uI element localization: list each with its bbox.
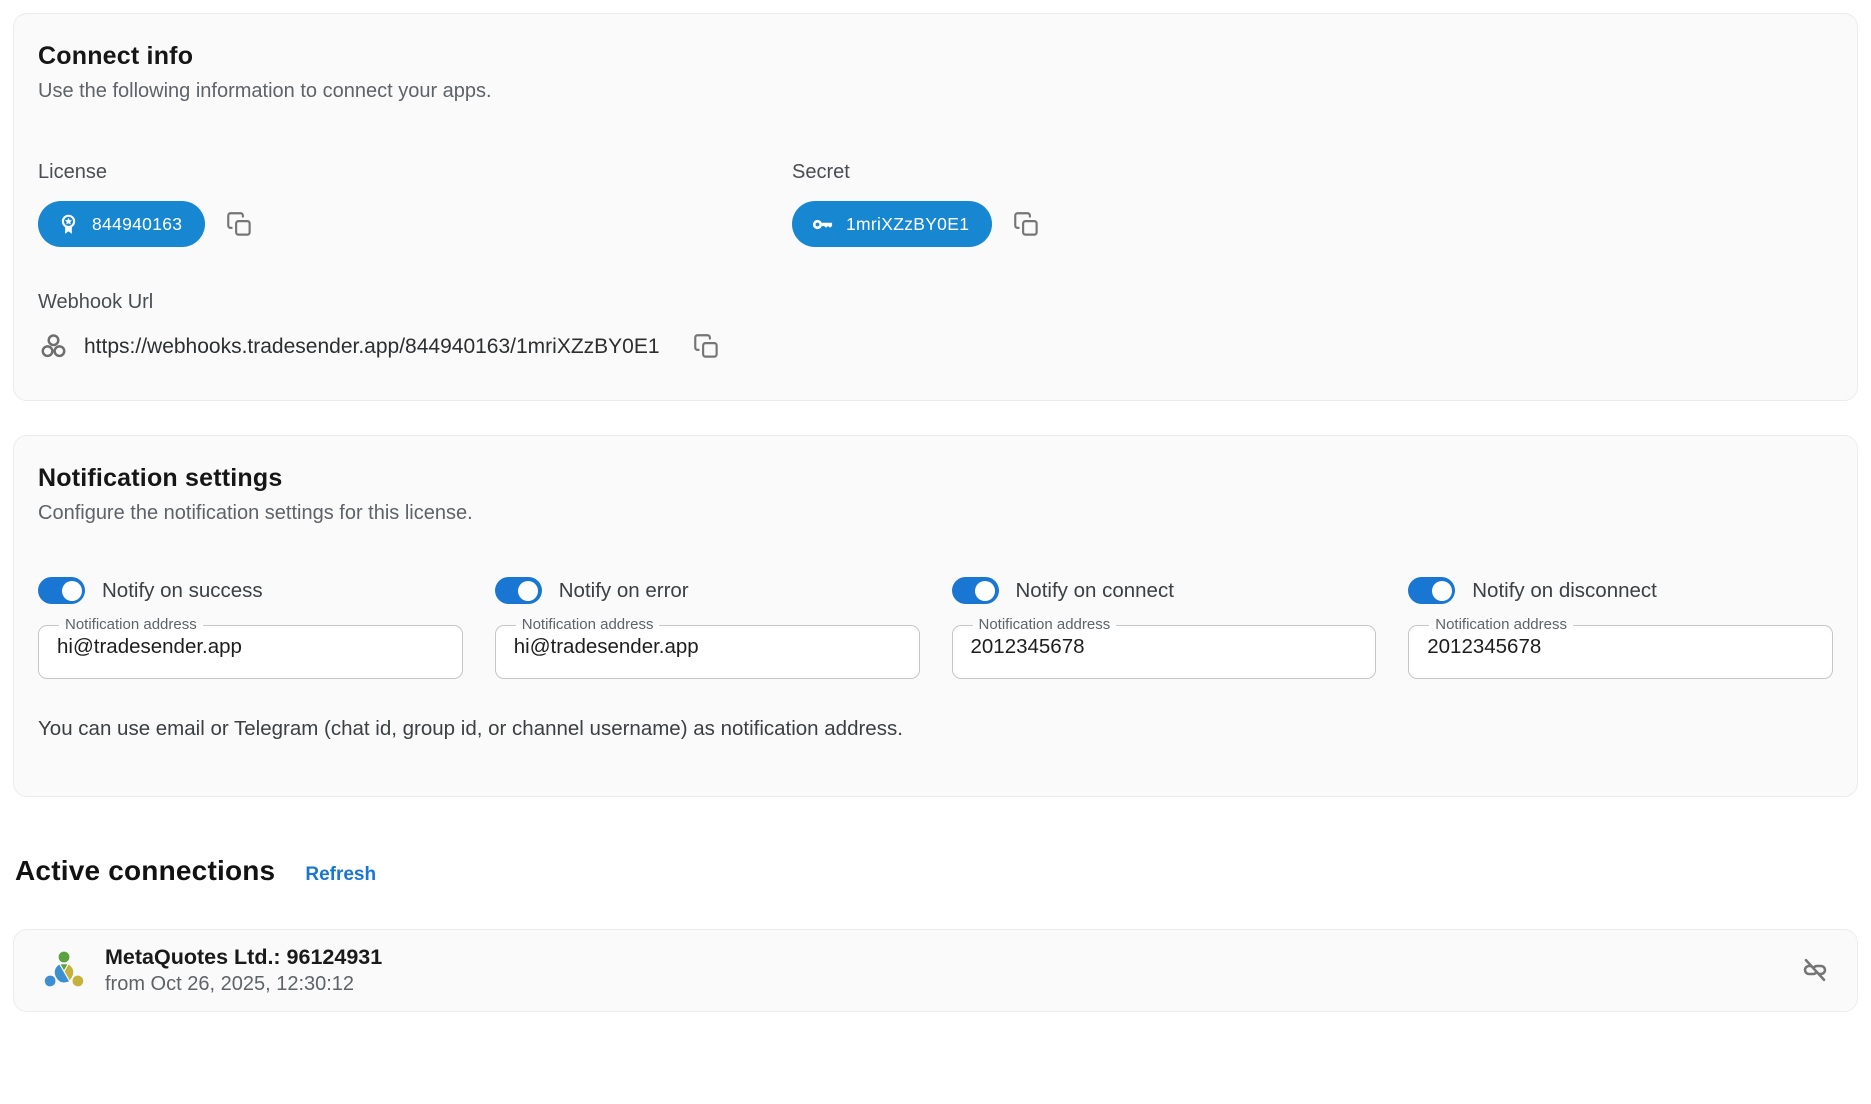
active-connections-header: Active connections Refresh [15,855,1858,887]
notify-connect-label: Notify on connect [1016,579,1174,603]
notification-settings-card: Notification settings Configure the noti… [13,435,1858,797]
connection-text: MetaQuotes Ltd.: 96124931 from Oct 26, 2… [105,945,382,996]
secret-row: 1mriXZzBY0E1 [792,201,1833,247]
copy-secret-button[interactable] [1013,211,1040,238]
notify-connect-toggle[interactable] [952,577,999,604]
connect-info-title: Connect info [38,42,1833,71]
notify-success-address-field: Notification address [38,617,463,679]
connection-since: from Oct 26, 2025, 12:30:12 [105,973,382,996]
copy-webhook-button[interactable] [693,333,720,360]
notify-success-label: Notify on success [102,579,263,603]
metatrader-logo-icon [40,946,88,994]
notify-disconnect-address-field: Notification address [1408,617,1833,679]
notification-address-label: Notification address [973,617,1117,634]
license-badge: 844940163 [38,201,205,247]
copy-icon [1013,211,1040,238]
notify-error-label: Notify on error [559,579,689,603]
award-icon [56,212,81,237]
notify-error-address-field: Notification address [495,617,920,679]
notify-disconnect-row: Notify on disconnect [1408,577,1833,604]
license-column: License 844940163 [38,161,792,247]
webhook-row: https://webhooks.tradesender.app/8449401… [38,331,1833,362]
license-value: 844940163 [92,214,182,235]
secret-label: Secret [792,161,1833,184]
notification-address-label: Notification address [1429,617,1573,634]
notify-error-address-input[interactable] [510,634,905,675]
active-connections-title: Active connections [15,855,275,887]
notify-connect-address-field: Notification address [952,617,1377,679]
connection-name: MetaQuotes Ltd.: 96124931 [105,945,382,970]
notification-grid: Notify on success Notification address N… [38,577,1833,679]
connect-info-card: Connect info Use the following informati… [13,13,1858,401]
secret-badge: 1mriXZzBY0E1 [792,201,992,247]
notify-disconnect-label: Notify on disconnect [1472,579,1657,603]
notify-success-address-input[interactable] [53,634,448,675]
webhook-icon [38,331,69,362]
key-icon [810,212,835,237]
connect-info-subtitle: Use the following information to connect… [38,80,1833,103]
notify-error-column: Notify on error Notification address [495,577,920,679]
secret-value: 1mriXZzBY0E1 [846,214,969,235]
notification-address-label: Notification address [59,617,203,634]
notify-disconnect-toggle[interactable] [1408,577,1455,604]
license-label: License [38,161,792,184]
link-off-icon [1799,954,1831,986]
refresh-button[interactable]: Refresh [305,864,376,886]
notify-success-column: Notify on success Notification address [38,577,463,679]
connection-row: MetaQuotes Ltd.: 96124931 from Oct 26, 2… [13,929,1858,1012]
notify-connect-address-input[interactable] [967,634,1362,675]
page: Connect info Use the following informati… [0,0,1871,1012]
notify-error-row: Notify on error [495,577,920,604]
secret-column: Secret 1mriXZzBY0E1 [792,161,1833,247]
notify-connect-column: Notify on connect Notification address [952,577,1377,679]
notification-address-label: Notification address [516,617,660,634]
webhook-url: https://webhooks.tradesender.app/8449401… [84,335,660,359]
webhook-label: Webhook Url [38,291,1833,314]
disconnect-button[interactable] [1799,954,1831,986]
copy-icon [693,333,720,360]
copy-icon [226,211,253,238]
notify-success-toggle[interactable] [38,577,85,604]
notification-settings-title: Notification settings [38,464,1833,493]
notify-connect-row: Notify on connect [952,577,1377,604]
notification-note: You can use email or Telegram (chat id, … [38,717,1833,741]
notification-settings-subtitle: Configure the notification settings for … [38,502,1833,525]
connect-info-grid: License 844940163 [38,161,1833,247]
notify-error-toggle[interactable] [495,577,542,604]
copy-license-button[interactable] [226,211,253,238]
notify-success-row: Notify on success [38,577,463,604]
notify-disconnect-column: Notify on disconnect Notification addres… [1408,577,1833,679]
notify-disconnect-address-input[interactable] [1423,634,1818,675]
license-row: 844940163 [38,201,792,247]
